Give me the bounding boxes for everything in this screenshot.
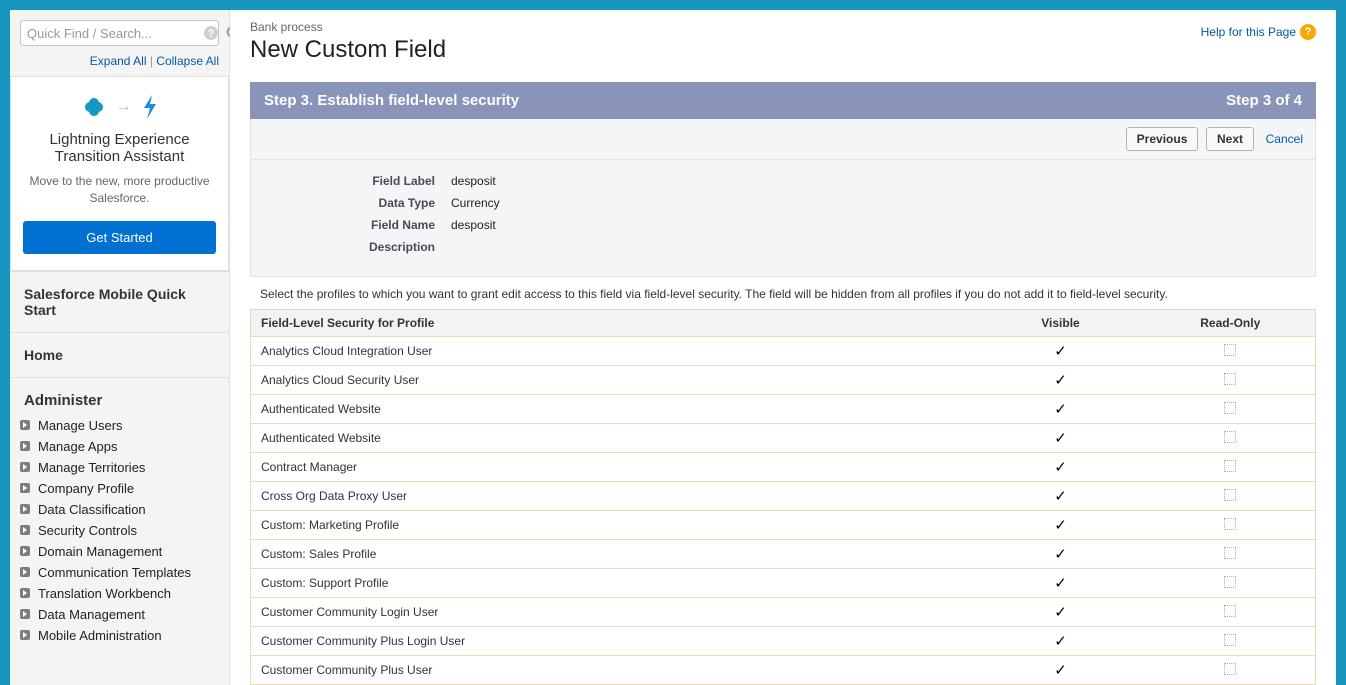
table-row: Custom: Marketing Profile✓ <box>251 511 1316 540</box>
col-readonly-header[interactable]: Read-Only <box>1146 310 1316 337</box>
sidebar-item[interactable]: Manage Territories <box>20 457 219 478</box>
field-label-label: Field Label <box>271 174 451 188</box>
description-label: Description <box>271 240 451 254</box>
visible-checkbox[interactable]: ✓ <box>976 569 1146 598</box>
step-progress: Step 3 of 4 <box>1226 92 1302 109</box>
field-name-label: Field Name <box>271 218 451 232</box>
arrow-right-icon: → <box>116 98 132 116</box>
readonly-checkbox[interactable] <box>1146 656 1316 685</box>
sidebar-item[interactable]: Data Classification <box>20 499 219 520</box>
profile-name-cell: Custom: Support Profile <box>251 569 976 598</box>
readonly-checkbox[interactable] <box>1146 511 1316 540</box>
readonly-checkbox[interactable] <box>1146 424 1316 453</box>
visible-checkbox[interactable]: ✓ <box>976 598 1146 627</box>
instruction-text: Select the profiles to which you want to… <box>250 277 1316 309</box>
profile-name-cell: Authenticated Website <box>251 395 976 424</box>
profile-name-cell: Analytics Cloud Integration User <box>251 337 976 366</box>
profile-name-cell: Custom: Sales Profile <box>251 540 976 569</box>
expand-all-link[interactable]: Expand All <box>90 54 147 68</box>
visible-checkbox[interactable]: ✓ <box>976 540 1146 569</box>
table-row: Authenticated Website✓ <box>251 395 1316 424</box>
promo-box: → Lightning Experience Transition Assist… <box>10 76 229 271</box>
readonly-checkbox[interactable] <box>1146 453 1316 482</box>
svg-text:?: ? <box>208 28 215 40</box>
visible-checkbox[interactable]: ✓ <box>976 453 1146 482</box>
help-icon: ? <box>1300 24 1316 40</box>
promo-desc: Move to the new, more productive Salesfo… <box>23 173 216 207</box>
sidebar-item[interactable]: Security Controls <box>20 520 219 541</box>
sidebar: ? Expand All | Collapse All → <box>10 10 230 685</box>
sidebar-item-quickstart[interactable]: Salesforce Mobile Quick Start <box>10 271 229 332</box>
lightning-icon <box>140 93 160 121</box>
field-name-value: desposit <box>451 218 496 232</box>
sidebar-item[interactable]: Mobile Administration <box>20 625 219 646</box>
page-title: New Custom Field <box>250 36 1316 64</box>
previous-button[interactable]: Previous <box>1126 127 1199 151</box>
help-circle-icon: ? <box>203 25 219 41</box>
profile-name-cell: Custom: Marketing Profile <box>251 511 976 540</box>
sidebar-item[interactable]: Data Management <box>20 604 219 625</box>
sidebar-item[interactable]: Communication Templates <box>20 562 219 583</box>
search-input[interactable] <box>27 26 203 41</box>
main-content: Help for this Page ? Bank process New Cu… <box>230 10 1336 685</box>
search-wrap: ? <box>20 20 219 46</box>
step-header: Step 3. Establish field-level security S… <box>250 82 1316 119</box>
visible-checkbox[interactable]: ✓ <box>976 395 1146 424</box>
sidebar-administer-head: Administer <box>10 377 229 415</box>
table-row: Analytics Cloud Security User✓ <box>251 366 1316 395</box>
next-button[interactable]: Next <box>1206 127 1254 151</box>
sidebar-item-home[interactable]: Home <box>10 332 229 377</box>
profile-table: Field-Level Security for Profile Visible… <box>250 309 1316 685</box>
sidebar-item[interactable]: Company Profile <box>20 478 219 499</box>
get-started-button[interactable]: Get Started <box>23 221 216 254</box>
col-profile-header: Field-Level Security for Profile <box>251 310 976 337</box>
profile-name-cell: Cross Org Data Proxy User <box>251 482 976 511</box>
help-link-label: Help for this Page <box>1201 25 1296 39</box>
readonly-checkbox[interactable] <box>1146 395 1316 424</box>
collapse-all-link[interactable]: Collapse All <box>156 54 219 68</box>
breadcrumb: Bank process <box>250 20 1316 34</box>
col-visible-header[interactable]: Visible <box>976 310 1146 337</box>
profile-name-cell: Analytics Cloud Security User <box>251 366 976 395</box>
sidebar-item[interactable]: Domain Management <box>20 541 219 562</box>
profile-name-cell: Contract Manager <box>251 453 976 482</box>
help-link[interactable]: Help for this Page ? <box>1201 24 1316 40</box>
action-bar: Previous Next Cancel <box>250 119 1316 160</box>
visible-checkbox[interactable]: ✓ <box>976 337 1146 366</box>
readonly-checkbox[interactable] <box>1146 482 1316 511</box>
table-row: Customer Community Login User✓ <box>251 598 1316 627</box>
cloud-icon <box>80 93 108 121</box>
table-row: Authenticated Website✓ <box>251 424 1316 453</box>
promo-title: Lightning Experience Transition Assistan… <box>23 131 216 165</box>
readonly-checkbox[interactable] <box>1146 337 1316 366</box>
sidebar-item[interactable]: Manage Apps <box>20 436 219 457</box>
visible-checkbox[interactable]: ✓ <box>976 424 1146 453</box>
table-row: Custom: Sales Profile✓ <box>251 540 1316 569</box>
readonly-checkbox[interactable] <box>1146 569 1316 598</box>
readonly-checkbox[interactable] <box>1146 366 1316 395</box>
sidebar-item[interactable]: Manage Users <box>20 415 219 436</box>
visible-checkbox[interactable]: ✓ <box>976 511 1146 540</box>
cancel-link[interactable]: Cancel <box>1266 132 1303 146</box>
field-label-value: desposit <box>451 174 496 188</box>
profile-name-cell: Authenticated Website <box>251 424 976 453</box>
data-type-value: Currency <box>451 196 500 210</box>
readonly-checkbox[interactable] <box>1146 540 1316 569</box>
profile-name-cell: Customer Community Plus User <box>251 656 976 685</box>
visible-checkbox[interactable]: ✓ <box>976 656 1146 685</box>
table-row: Customer Community Plus User✓ <box>251 656 1316 685</box>
table-row: Analytics Cloud Integration User✓ <box>251 337 1316 366</box>
table-row: Contract Manager✓ <box>251 453 1316 482</box>
visible-checkbox[interactable]: ✓ <box>976 366 1146 395</box>
step-label: Step 3. Establish field-level security <box>264 92 519 109</box>
visible-checkbox[interactable]: ✓ <box>976 482 1146 511</box>
readonly-checkbox[interactable] <box>1146 598 1316 627</box>
profile-name-cell: Customer Community Login User <box>251 598 976 627</box>
sidebar-item[interactable]: Translation Workbench <box>20 583 219 604</box>
table-row: Cross Org Data Proxy User✓ <box>251 482 1316 511</box>
field-info: Field Label desposit Data Type Currency … <box>250 160 1316 277</box>
administer-list: Manage UsersManage AppsManage Territorie… <box>10 415 229 656</box>
table-row: Custom: Support Profile✓ <box>251 569 1316 598</box>
data-type-label: Data Type <box>271 196 451 210</box>
